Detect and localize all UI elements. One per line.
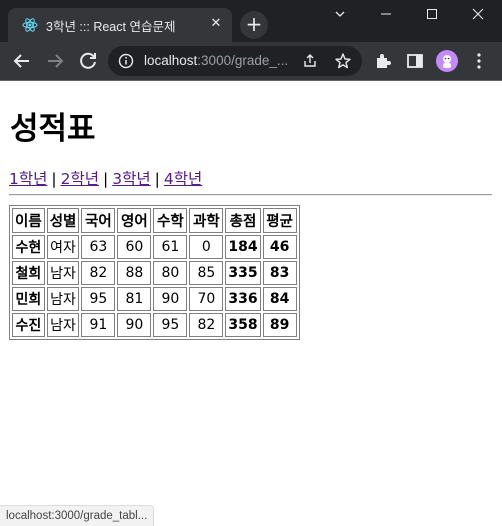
share-icon[interactable] [302, 53, 318, 69]
tab-title: 3학년 ::: React 연습문제 [46, 20, 176, 34]
maximize-icon[interactable] [409, 4, 455, 28]
cell-gender: 여자 [46, 235, 80, 259]
cell-name: 민희 [12, 287, 45, 311]
url-path: :3000/grade_... [197, 53, 289, 68]
nav-link-grade-4[interactable]: 4학년 [164, 170, 202, 188]
cell-korean: 63 [81, 235, 116, 259]
cell-english: 88 [117, 261, 152, 285]
cell-gender: 남자 [46, 261, 80, 285]
side-panel-icon[interactable] [404, 50, 426, 72]
header-math: 수학 [153, 208, 188, 233]
nav-separator: | [154, 170, 160, 188]
table-header-row: 이름 성별 국어 영어 수학 과학 총점 평균 [12, 208, 297, 233]
grade-nav: 1학년 | 2학년 | 3학년 | 4학년 [9, 167, 202, 189]
browser-toolbar: localhost:3000/grade_... [0, 42, 502, 80]
nav-link-grade-1[interactable]: 1학년 [9, 170, 47, 188]
horizontal-rule [9, 194, 492, 196]
cell-english: 81 [117, 287, 152, 311]
cell-science: 0 [189, 235, 224, 259]
browser-tab[interactable]: 3학년 ::: React 연습문제 ✕ [8, 8, 232, 42]
cell-name: 철희 [12, 261, 45, 285]
cell-name: 수진 [12, 313, 45, 337]
cell-gender: 남자 [46, 287, 80, 311]
cell-average: 89 [262, 313, 297, 337]
tab-search-chevron-icon[interactable] [317, 4, 363, 28]
nav-separator: | [51, 170, 57, 188]
url-text: localhost:3000/grade_... [144, 53, 288, 68]
status-bar-url: localhost:3000/grade_tabl... [0, 505, 155, 526]
site-info-icon[interactable] [118, 53, 134, 69]
tab-close-icon[interactable]: ✕ [208, 16, 224, 32]
cell-average: 46 [262, 235, 297, 259]
extensions-puzzle-icon[interactable] [372, 50, 394, 72]
back-arrow-icon[interactable] [11, 50, 33, 72]
cell-total: 335 [225, 261, 261, 285]
cell-korean: 82 [81, 261, 116, 285]
cell-math: 80 [153, 261, 188, 285]
reload-icon[interactable] [77, 50, 99, 72]
minimize-icon[interactable] [363, 4, 409, 28]
header-english: 영어 [117, 208, 152, 233]
bookmark-star-icon[interactable] [334, 52, 352, 70]
cell-total: 336 [225, 287, 261, 311]
cell-english: 60 [117, 235, 152, 259]
cell-average: 83 [262, 261, 297, 285]
table-row: 수현 여자 63 60 61 0 184 46 [12, 235, 297, 259]
nav-separator: | [103, 170, 109, 188]
page-title: 성적표 [10, 111, 96, 147]
table-row: 민희 남자 95 81 90 70 336 84 [12, 287, 297, 311]
cell-gender: 남자 [46, 313, 80, 337]
close-window-icon[interactable] [455, 4, 501, 28]
cell-average: 84 [262, 287, 297, 311]
address-bar[interactable]: localhost:3000/grade_... [108, 46, 362, 76]
header-gender: 성별 [46, 208, 80, 233]
cell-science: 70 [189, 287, 224, 311]
cell-science: 82 [189, 313, 224, 337]
header-name: 이름 [12, 208, 45, 233]
forward-arrow-icon[interactable] [44, 50, 66, 72]
cell-korean: 91 [81, 313, 116, 337]
url-host: localhost [144, 53, 198, 68]
header-total: 총점 [225, 208, 261, 233]
menu-kebab-icon[interactable] [468, 50, 490, 72]
tab-strip: 3학년 ::: React 연습문제 ✕ + [0, 0, 502, 42]
cell-name: 수현 [12, 235, 45, 259]
cell-english: 90 [117, 313, 152, 337]
cell-math: 90 [153, 287, 188, 311]
cell-total: 184 [225, 235, 261, 259]
table-row: 수진 남자 91 90 95 82 358 89 [12, 313, 297, 337]
grade-table: 이름 성별 국어 영어 수학 과학 총점 평균 수현 여자 63 60 61 0… [9, 205, 300, 340]
cell-math: 95 [153, 313, 188, 337]
header-science: 과학 [189, 208, 224, 233]
nav-link-grade-2[interactable]: 2학년 [61, 170, 99, 188]
profile-avatar[interactable] [436, 50, 458, 72]
page-content: 성적표 1학년 | 2학년 | 3학년 | 4학년 이름 성별 국어 영어 수학 과학 총점… [0, 81, 502, 526]
new-tab-button[interactable]: + [240, 11, 268, 39]
table-row: 철희 남자 82 88 80 85 335 83 [12, 261, 297, 285]
cell-math: 61 [153, 235, 188, 259]
header-average: 평균 [262, 208, 297, 233]
cell-korean: 95 [81, 287, 116, 311]
nav-link-grade-3[interactable]: 3학년 [112, 170, 150, 188]
cell-total: 358 [225, 313, 261, 337]
cell-science: 85 [189, 261, 224, 285]
react-favicon-icon [22, 17, 38, 33]
header-korean: 국어 [81, 208, 116, 233]
